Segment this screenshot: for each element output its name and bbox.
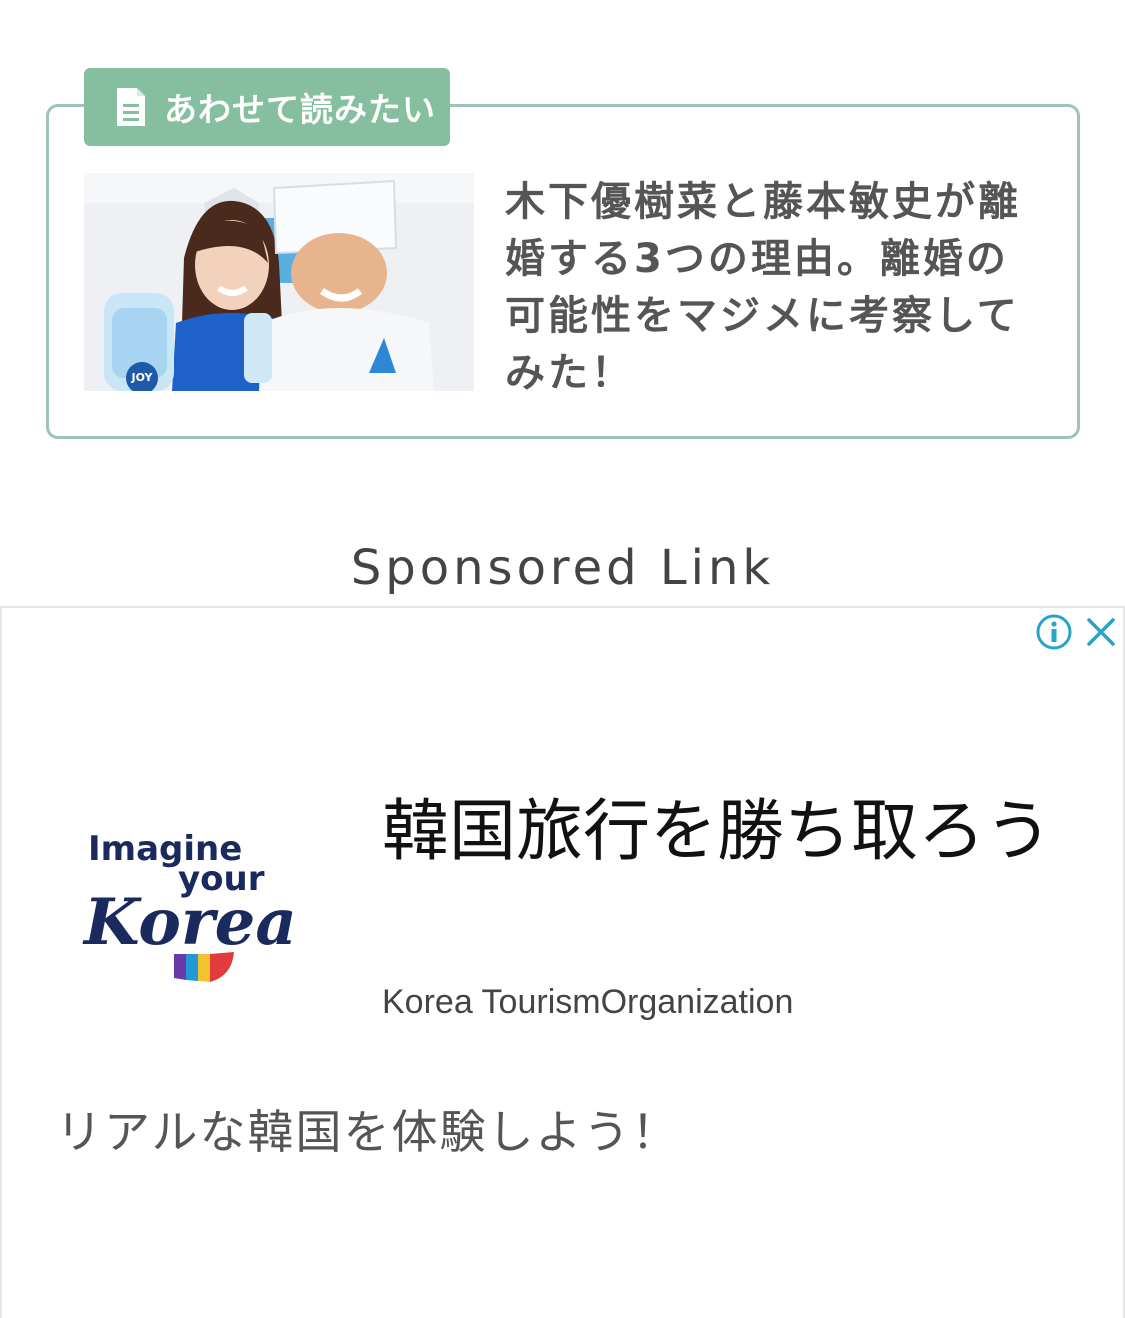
related-articles-tab: あわせて読みたい — [84, 68, 450, 146]
related-article-thumbnail[interactable]: JOY — [84, 173, 474, 391]
logo-line-3: Korea — [82, 885, 297, 960]
sponsored-link-label: Sponsored Link — [350, 540, 775, 596]
close-icon[interactable] — [1083, 614, 1119, 650]
imagine-your-korea-logo[interactable]: Imagine your Korea — [82, 826, 322, 986]
ad-headline[interactable]: 韓国旅行を勝ち取ろう — [382, 790, 1062, 872]
thumbnail-logo-text: JOY — [130, 371, 153, 384]
ad-description: リアルな韓国を体験しよう！ — [56, 1105, 680, 1159]
ad-advertiser: Korea TourismOrganization — [382, 983, 794, 1021]
info-icon[interactable] — [1035, 613, 1073, 651]
related-article-title[interactable]: 木下優樹菜と藤本敏史が離婚する3つの理由。離婚の可能性をマジメに考察してみた！ — [505, 174, 1045, 402]
related-tab-label: あわせて読みたい — [164, 90, 436, 129]
document-icon — [117, 88, 145, 126]
page: あわせて読みたい JOY 木下優樹菜と藤本敏史が離婚する3つの理由。離婚の可能性… — [0, 0, 1125, 1318]
